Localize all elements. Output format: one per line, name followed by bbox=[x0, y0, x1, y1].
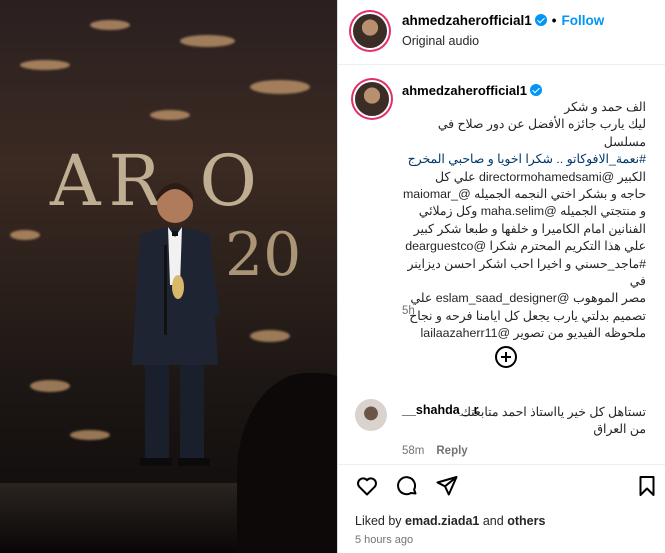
comment-icon[interactable] bbox=[395, 474, 419, 498]
bokeh-light bbox=[150, 110, 190, 120]
caption-line: ليك يارب جائزه الأفضل عن دور صلاح في مسل… bbox=[437, 117, 646, 149]
backdrop-lettering: 20 bbox=[225, 220, 302, 290]
likes-summary: Liked by emad.ziada1 and others bbox=[355, 514, 545, 528]
bokeh-light bbox=[250, 80, 310, 94]
liked-others-link[interactable]: others bbox=[507, 514, 545, 528]
bokeh-light bbox=[30, 380, 70, 392]
bokeh-light bbox=[180, 35, 235, 47]
liked-prefix: Liked by bbox=[355, 514, 406, 528]
caption-line[interactable]: #نعمة_الافوكاتو .. شكرا اخويا و صاحبي ال… bbox=[402, 151, 646, 168]
post-video[interactable]: AR O 20 bbox=[0, 0, 337, 553]
caption-line[interactable]: الكبير @directormohamedsami علي كل bbox=[402, 169, 646, 186]
caption-line: الفنانين امام الكاميرا و خلفها و طبعا شك… bbox=[413, 221, 646, 236]
add-circle-icon[interactable] bbox=[495, 346, 517, 368]
action-bar bbox=[338, 464, 665, 505]
caption-username[interactable]: ahmedzaherofficial1 bbox=[402, 83, 527, 98]
caption-line[interactable]: مصر الموهوب @eslam_saad_designer علي bbox=[402, 290, 646, 307]
verified-badge-icon bbox=[530, 84, 542, 96]
caption-line[interactable]: و منتجتي الجميله @maha.selim وكل زملائي bbox=[402, 203, 646, 220]
caption-timestamp: 5h bbox=[402, 305, 415, 317]
caption-line: تصميم بدلتي يارب يجعل كل ايامنا فرحه و ن… bbox=[409, 308, 646, 323]
caption-line[interactable]: #ماجد_حسني و اخيرا احب اشكر احسن ديزاينر… bbox=[402, 256, 646, 291]
comment-line: من العراق bbox=[593, 422, 646, 436]
foreground-silhouette bbox=[237, 373, 337, 553]
bokeh-light bbox=[90, 20, 130, 30]
comment-line: تستاهل كل خير يااستاذ احمد متابعتك bbox=[460, 405, 646, 419]
caption-line[interactable]: ملحوظه الفيديو من تصوير @lailaazaherr11 bbox=[402, 325, 646, 342]
verified-badge-icon bbox=[534, 14, 547, 26]
caption-author: ahmedzaherofficial1 bbox=[402, 83, 542, 98]
liked-and: and bbox=[479, 514, 508, 528]
caption-line[interactable]: علي هذا التكريم المحترم شكرا @dearguestc… bbox=[402, 238, 646, 255]
author-avatar[interactable] bbox=[353, 14, 387, 48]
liked-user-link[interactable]: emad.ziada1 bbox=[405, 514, 479, 528]
comment-timestamp: 58m bbox=[402, 445, 425, 457]
bokeh-light bbox=[10, 230, 40, 240]
honoree-figure bbox=[132, 183, 220, 466]
comment-text: تستاهل كل خير يااستاذ احمد متابعتك من ال… bbox=[402, 404, 646, 438]
heart-icon[interactable] bbox=[355, 474, 379, 498]
reply-button[interactable]: Reply bbox=[436, 445, 467, 457]
bookmark-icon[interactable] bbox=[635, 474, 659, 498]
author-username[interactable]: ahmedzaherofficial1 bbox=[402, 13, 532, 28]
caption-text: الف حمد و شكر ليك يارب جائزه الأفضل عن د… bbox=[402, 99, 646, 343]
post-header: ahmedzaherofficial1 • Follow Original audi… bbox=[338, 0, 665, 65]
header-author: ahmedzaherofficial1 • Follow bbox=[402, 13, 604, 28]
bokeh-light bbox=[20, 60, 70, 70]
bokeh-light bbox=[250, 330, 290, 342]
follow-button[interactable]: Follow bbox=[562, 13, 605, 28]
comment-meta: 58m Reply bbox=[402, 445, 480, 457]
bokeh-light bbox=[70, 430, 110, 440]
caption-line[interactable]: حاجه و بشكر اختي النجمه الجميله @_maioma… bbox=[402, 186, 646, 203]
separator-dot: • bbox=[551, 13, 557, 28]
commenter-avatar[interactable] bbox=[355, 399, 387, 431]
caption-line: الف حمد و شكر bbox=[564, 100, 646, 114]
post-detail-pane: ahmedzaherofficial1 • Follow Original audi… bbox=[337, 0, 665, 553]
post-timestamp: 5 hours ago bbox=[355, 534, 414, 546]
original-audio-link[interactable]: Original audio bbox=[402, 34, 479, 48]
share-icon[interactable] bbox=[435, 474, 459, 498]
caption-avatar[interactable] bbox=[355, 82, 389, 116]
